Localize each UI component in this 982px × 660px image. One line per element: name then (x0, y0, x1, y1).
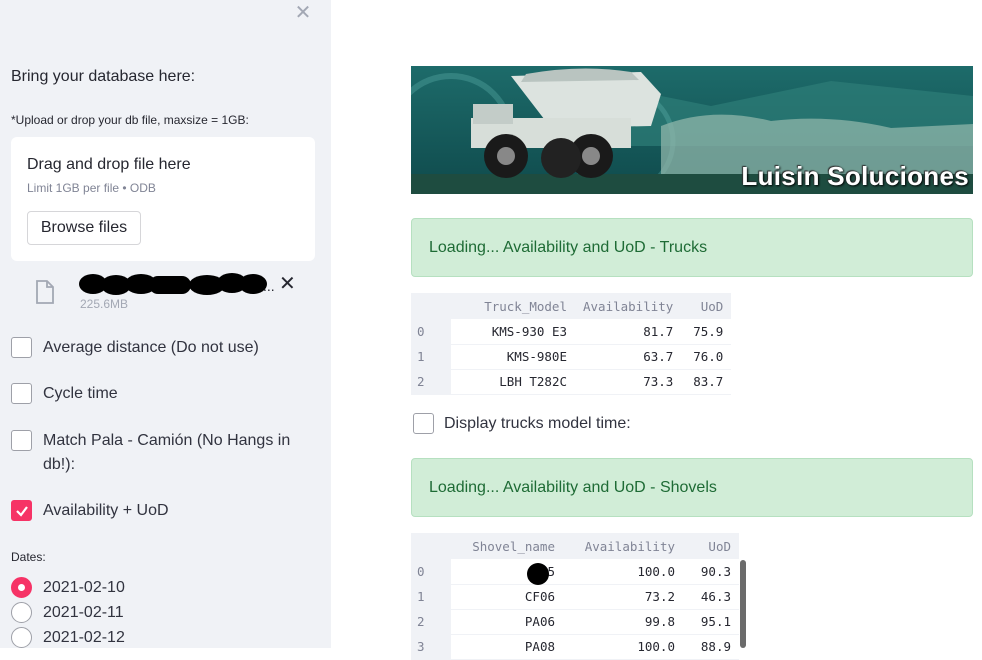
table-row: 0 KMS-930 E3 81.7 75.9 (411, 319, 732, 345)
sidebar-close-icon[interactable]: ✕ (294, 3, 312, 23)
column-header[interactable]: UoD (683, 533, 739, 559)
table-cell: 63.7 (575, 344, 682, 370)
radio-date-2[interactable]: 2021-02-12 (11, 627, 125, 648)
table-cell: 81.7 (575, 319, 682, 345)
column-header[interactable]: Shovel_name (451, 533, 563, 559)
dropzone-limit: Limit 1GB per file • ODB (27, 181, 156, 195)
sidebar: ✕ Bring your database here: *Upload or d… (0, 0, 331, 648)
row-index: 1 (411, 584, 451, 610)
trucks-table: Truck_Model Availability UoD 0 KMS-930 E… (411, 293, 732, 395)
redaction-mark (527, 563, 549, 585)
table-cell: 46.3 (683, 584, 739, 610)
table-row: 1 CF06 73.2 46.3 (411, 584, 739, 610)
file-name-redacted: ... (79, 270, 275, 296)
banner-title: Luisin Soluciones (741, 161, 969, 191)
dropzone-title: Drag and drop file here (27, 156, 191, 173)
table-row: 2 PA06 99.8 95.1 (411, 609, 739, 635)
index-header (411, 533, 451, 559)
column-header[interactable]: Availability (563, 533, 683, 559)
table-cell: 83.7 (681, 369, 732, 395)
row-index: 1 (411, 344, 451, 370)
column-header[interactable]: Truck_Model (451, 293, 575, 319)
checkbox-label: Match Pala - Camión (No Hangs in db!): (43, 432, 291, 473)
checkbox-cycle-time[interactable]: Cycle time (11, 382, 318, 406)
table-cell: 75.9 (681, 319, 732, 345)
table-cell: 100.0 (563, 559, 683, 585)
remove-file-icon[interactable]: ✕ (279, 274, 296, 294)
table-cell: 73.3 (575, 369, 682, 395)
alert-shovels: Loading... Availability and UoD - Shovel… (411, 458, 973, 517)
checkbox-label: Availability + UoD (43, 502, 169, 519)
checkbox-availability-uod[interactable]: Availability + UoD (11, 499, 318, 523)
table-cell: 76.0 (681, 344, 732, 370)
radio-dot[interactable] (11, 627, 32, 648)
table-row: 2 LBH T282C 73.3 83.7 (411, 369, 732, 395)
checkbox-box[interactable] (413, 413, 434, 434)
column-header[interactable]: UoD (681, 293, 732, 319)
checkbox-match-pala-camion[interactable]: Match Pala - Camión (No Hangs in db!): (11, 429, 318, 477)
table-cell: 90.3 (683, 559, 739, 585)
sidebar-heading: Bring your database here: (11, 68, 196, 85)
checkbox-label: Display trucks model time: (444, 414, 631, 432)
radio-dot-selected[interactable] (11, 577, 32, 598)
checkbox-box-checked[interactable] (11, 500, 32, 521)
table-cell: 95.1 (683, 609, 739, 635)
upload-label: *Upload or drop your db file, maxsize = … (11, 113, 249, 127)
table-cell: 99.8 (563, 609, 683, 635)
checkbox-box[interactable] (11, 337, 32, 358)
checkbox-box[interactable] (11, 383, 32, 404)
row-index: 2 (411, 369, 451, 395)
table-header-row: Shovel_name Availability UoD (411, 533, 739, 559)
row-index: 0 (411, 559, 451, 585)
index-header (411, 293, 451, 319)
dates-label: Dates: (11, 550, 46, 564)
radio-label: 2021-02-12 (43, 628, 125, 646)
radio-label: 2021-02-10 (43, 578, 125, 596)
table-cell: LBH T282C (451, 369, 575, 395)
table-cell: KMS-930 E3 (451, 319, 575, 345)
row-index: 3 (411, 634, 451, 660)
table-header-row: Truck_Model Availability UoD (411, 293, 732, 319)
table-cell: CF06 (451, 584, 563, 610)
row-index: 0 (411, 319, 451, 345)
table-row: 0 C 5 100.0 90.3 (411, 559, 739, 585)
alert-trucks: Loading... Availability and UoD - Trucks (411, 218, 973, 277)
table-scrollbar[interactable] (740, 560, 746, 648)
checkbox-label: Average distance (Do not use) (43, 339, 259, 356)
checkbox-box[interactable] (11, 430, 32, 451)
checkbox-label: Cycle time (43, 385, 118, 402)
radio-label: 2021-02-11 (43, 603, 124, 621)
table-cell: 73.2 (563, 584, 683, 610)
row-index: 2 (411, 609, 451, 635)
shovels-table: Shovel_name Availability UoD 0 C 5 100.0… (411, 533, 739, 660)
checkbox-display-trucks-model-time[interactable]: Display trucks model time: (413, 413, 631, 434)
radio-date-1[interactable]: 2021-02-11 (11, 602, 124, 623)
radio-date-0[interactable]: 2021-02-10 (11, 577, 125, 598)
table-row: 3 PA08 100.0 88.9 (411, 634, 739, 660)
table-cell: 100.0 (563, 634, 683, 660)
file-size: 225.6MB (80, 297, 129, 311)
uploaded-file-row: ... 225.6MB ✕ (11, 266, 315, 316)
table-cell: PA06 (451, 609, 563, 635)
file-name-ellipsis: ... (263, 278, 275, 294)
table-cell: PA08 (451, 634, 563, 660)
file-icon (36, 280, 54, 304)
check-icon (15, 505, 28, 517)
table-cell: 88.9 (683, 634, 739, 660)
radio-dot[interactable] (11, 602, 32, 623)
header-banner-image: Luisin Soluciones (411, 66, 973, 194)
table-row: 1 KMS-980E 63.7 76.0 (411, 344, 732, 370)
file-dropzone[interactable]: Drag and drop file here Limit 1GB per fi… (11, 137, 315, 261)
browse-files-button[interactable]: Browse files (27, 211, 141, 245)
column-header[interactable]: Availability (575, 293, 682, 319)
table-cell: KMS-980E (451, 344, 575, 370)
checkbox-average-distance[interactable]: Average distance (Do not use) (11, 336, 318, 360)
